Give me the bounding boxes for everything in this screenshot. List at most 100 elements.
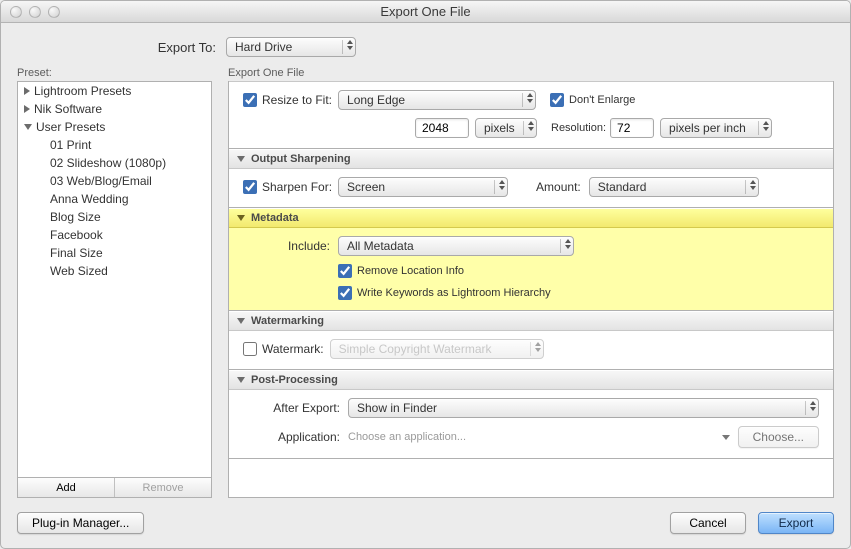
resolution-label: Resolution: — [551, 122, 606, 134]
after-export-label: After Export: — [243, 401, 348, 415]
chevron-down-icon[interactable] — [722, 435, 730, 440]
resolution-unit-value: pixels per inch — [669, 121, 752, 135]
write-keywords-checkbox[interactable] — [338, 286, 352, 300]
sharpening-section: Output Sharpening Sharpen For: Screen Am… — [229, 148, 833, 207]
preset-item[interactable]: Anna Wedding — [18, 190, 211, 208]
resize-mode-select[interactable]: Long Edge — [338, 90, 536, 110]
preset-group-label: Nik Software — [34, 102, 102, 116]
after-export-value: Show in Finder — [357, 401, 799, 415]
resize-unit-select[interactable]: pixels — [475, 118, 537, 138]
preset-item[interactable]: Final Size — [18, 244, 211, 262]
preset-item-label: Anna Wedding — [50, 192, 129, 206]
preset-item-label: Web Sized — [50, 264, 108, 278]
export-button[interactable]: Export — [758, 512, 834, 534]
resolution-field[interactable] — [610, 118, 654, 138]
sharpen-amount-select[interactable]: Standard — [589, 177, 759, 197]
preset-item[interactable]: 02 Slideshow (1080p) — [18, 154, 211, 172]
metadata-header-label: Metadata — [251, 212, 299, 224]
preset-item[interactable]: Facebook — [18, 226, 211, 244]
preset-label: Preset: — [17, 67, 212, 79]
remove-location-label: Remove Location Info — [357, 265, 464, 277]
metadata-header[interactable]: Metadata — [229, 208, 833, 228]
triangle-right-icon — [24, 87, 30, 95]
preset-item-label: 02 Slideshow (1080p) — [50, 156, 166, 170]
settings-panels[interactable]: Resize to Fit: Long Edge Don't Enlarge — [228, 81, 834, 498]
resolution-unit-select[interactable]: pixels per inch — [660, 118, 772, 138]
application-placeholder: Choose an application... — [348, 431, 719, 443]
preset-item-label: Blog Size — [50, 210, 101, 224]
metadata-include-select[interactable]: All Metadata — [338, 236, 574, 256]
stepper-icon — [522, 93, 531, 107]
metadata-include-label: Include: — [243, 239, 338, 253]
minimize-icon[interactable] — [29, 6, 41, 18]
titlebar: Export One File — [1, 1, 850, 23]
triangle-right-icon — [24, 105, 30, 113]
stepper-icon — [342, 40, 351, 54]
resize-to-fit-checkbox[interactable] — [243, 93, 257, 107]
resize-panel: Resize to Fit: Long Edge Don't Enlarge — [229, 81, 833, 148]
watermark-value: Simple Copyright Watermark — [339, 342, 524, 356]
choose-application-button[interactable]: Choose... — [738, 426, 819, 448]
zoom-icon[interactable] — [48, 6, 60, 18]
sharpen-amount-label: Amount: — [536, 180, 589, 194]
watermarking-section: Watermarking Watermark: Simple Copyright… — [229, 310, 833, 369]
stepper-icon — [805, 401, 814, 415]
resize-value-field[interactable] — [415, 118, 469, 138]
triangle-down-icon — [24, 124, 32, 130]
triangle-down-icon — [237, 318, 245, 324]
post-processing-header[interactable]: Post-Processing — [229, 370, 833, 390]
watermarking-header[interactable]: Watermarking — [229, 311, 833, 331]
export-to-label: Export To: — [1, 40, 226, 55]
stepper-icon — [560, 239, 569, 253]
window-controls — [1, 6, 60, 18]
preset-item-label: 03 Web/Blog/Email — [50, 174, 152, 188]
preset-item[interactable]: Web Sized — [18, 262, 211, 280]
stepper-icon — [494, 180, 503, 194]
after-export-select[interactable]: Show in Finder — [348, 398, 819, 418]
post-processing-section: Post-Processing After Export: Show in Fi… — [229, 369, 833, 459]
preset-column: Preset: Lightroom Presets Nik Software U… — [17, 67, 212, 498]
preset-item-label: Facebook — [50, 228, 103, 242]
stepper-icon — [530, 342, 539, 356]
watermark-select[interactable]: Simple Copyright Watermark — [330, 339, 544, 359]
settings-column: Export One File Resize to Fit: Long Edge… — [228, 67, 834, 498]
window-title: Export One File — [1, 4, 850, 19]
export-to-select[interactable]: Hard Drive — [226, 37, 356, 57]
sharpening-header-label: Output Sharpening — [251, 153, 351, 165]
preset-group[interactable]: User Presets — [18, 118, 211, 136]
sharpen-target-value: Screen — [347, 180, 488, 194]
preset-item[interactable]: 03 Web/Blog/Email — [18, 172, 211, 190]
write-keywords-label: Write Keywords as Lightroom Hierarchy — [357, 287, 551, 299]
preset-group-label: User Presets — [36, 120, 105, 134]
preset-group[interactable]: Lightroom Presets — [18, 82, 211, 100]
close-icon[interactable] — [10, 6, 22, 18]
preset-item[interactable]: 01 Print — [18, 136, 211, 154]
preset-button-bar: Add Remove — [17, 478, 212, 498]
dialog-footer: Plug-in Manager... Cancel Export — [1, 504, 850, 548]
dont-enlarge-checkbox[interactable] — [550, 93, 564, 107]
settings-label: Export One File — [228, 67, 834, 79]
preset-list[interactable]: Lightroom Presets Nik Software User Pres… — [17, 81, 212, 478]
add-preset-button[interactable]: Add — [18, 478, 114, 497]
sharpen-for-checkbox[interactable] — [243, 180, 257, 194]
remove-location-checkbox[interactable] — [338, 264, 352, 278]
triangle-down-icon — [237, 377, 245, 383]
plugin-manager-button[interactable]: Plug-in Manager... — [17, 512, 144, 534]
dont-enlarge-label: Don't Enlarge — [569, 94, 635, 106]
sharpening-header[interactable]: Output Sharpening — [229, 149, 833, 169]
watermark-checkbox[interactable] — [243, 342, 257, 356]
preset-group[interactable]: Nik Software — [18, 100, 211, 118]
preset-item[interactable]: Blog Size — [18, 208, 211, 226]
preset-group-label: Lightroom Presets — [34, 84, 131, 98]
triangle-down-icon — [237, 156, 245, 162]
stepper-icon — [745, 180, 754, 194]
sharpen-amount-value: Standard — [598, 180, 739, 194]
remove-preset-button[interactable]: Remove — [114, 478, 211, 497]
export-dialog: Export One File Export To: Hard Drive Pr… — [0, 0, 851, 549]
sharpen-target-select[interactable]: Screen — [338, 177, 508, 197]
post-processing-header-label: Post-Processing — [251, 374, 338, 386]
metadata-section: Metadata Include: All Metadata — [229, 207, 833, 310]
stepper-icon — [523, 121, 532, 135]
triangle-down-icon — [237, 215, 245, 221]
cancel-button[interactable]: Cancel — [670, 512, 746, 534]
